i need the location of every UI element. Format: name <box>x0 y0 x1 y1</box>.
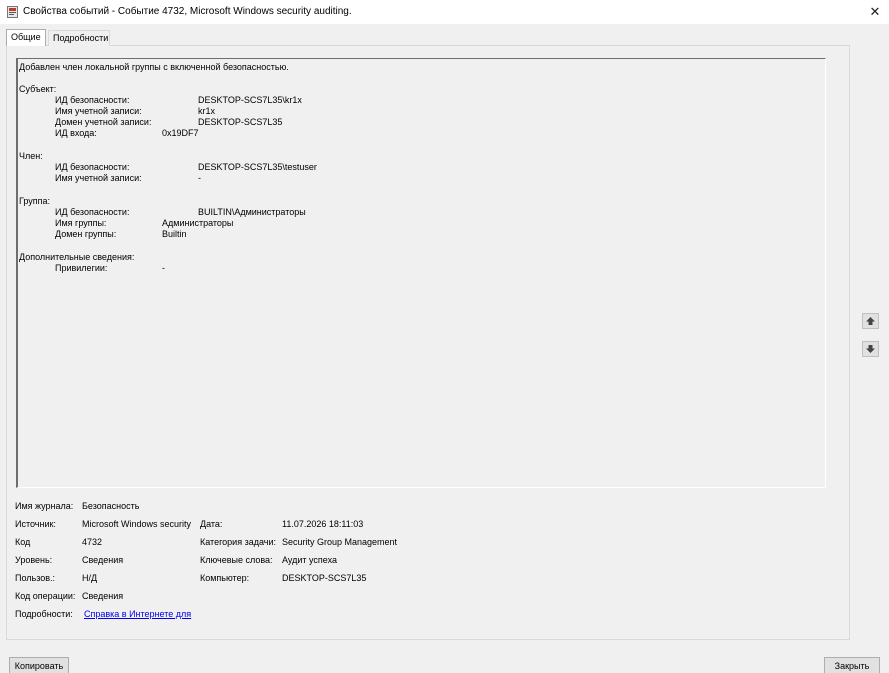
privileges-label: Привилегии: <box>55 263 108 273</box>
event-code-value: 4732 <box>82 537 103 547</box>
member-sid-value: DESKTOP-SCS7L35\testuser <box>198 162 317 172</box>
more-info-label: Подробности: <box>15 609 73 619</box>
event-code-label: Код <box>15 537 31 547</box>
task-category-value: Security Group Management <box>282 537 398 547</box>
close-button[interactable]: Закрыть <box>824 657 880 673</box>
keywords-label: Ключевые слова: <box>200 555 273 565</box>
group-sid-value: BUILTIN\Администраторы <box>198 207 306 217</box>
group-domain-label: Домен группы: <box>55 229 117 239</box>
close-icon: ✕ <box>869 4 881 19</box>
member-account-value: - <box>198 173 201 183</box>
up-arrow-icon <box>866 317 875 325</box>
group-domain-value: Builtin <box>162 229 187 239</box>
user-label: Пользов.: <box>15 573 56 583</box>
section-member: Член: <box>19 151 43 161</box>
subject-account-label: Имя учетной записи: <box>55 106 142 116</box>
opcode-value: Сведения <box>82 591 124 601</box>
tab-details[interactable]: Подробности <box>48 30 110 46</box>
source-label: Источник: <box>15 519 56 529</box>
subject-logon-label: ИД входа: <box>55 128 97 138</box>
privileges-value: - <box>162 263 165 273</box>
subject-account-value: kr1x <box>198 106 216 116</box>
task-category-label: Категория задачи: <box>200 537 276 547</box>
subject-domain-label: Домен учетной записи: <box>55 117 152 127</box>
section-subject: Субъект: <box>19 84 57 94</box>
close-window-button[interactable]: ✕ <box>861 0 889 24</box>
member-account-label: Имя учетной записи: <box>55 173 142 183</box>
log-name-label: Имя журнала: <box>15 501 74 511</box>
subject-sid-value: DESKTOP-SCS7L35\kr1x <box>198 95 302 105</box>
scroll-up-button[interactable] <box>862 313 879 329</box>
subject-sid-label: ИД безопасности: <box>55 95 130 105</box>
group-name-value: Администраторы <box>162 218 234 228</box>
event-properties-icon <box>7 6 18 18</box>
level-label: Уровень: <box>15 555 53 565</box>
subject-logon-value: 0x19DF7 <box>162 128 199 138</box>
description-summary: Добавлен член локальной группы с включен… <box>19 62 289 72</box>
section-additional: Дополнительные сведения: <box>19 252 135 262</box>
level-value: Сведения <box>82 555 124 565</box>
tab-general[interactable]: Общие <box>6 29 46 46</box>
window-title: Свойства событий - Событие 4732, Microso… <box>23 6 352 17</box>
date-label: Дата: <box>200 519 223 529</box>
log-name-value: Безопасность <box>82 501 140 511</box>
source-value: Microsoft Windows security <box>82 519 192 529</box>
computer-label: Компьютер: <box>200 573 250 583</box>
copy-button[interactable]: Копировать <box>9 657 69 673</box>
scroll-down-button[interactable] <box>862 341 879 357</box>
date-value: 11.07.2026 18:11:03 <box>282 519 364 529</box>
online-help-link[interactable]: Справка в Интернете для <box>84 609 191 619</box>
group-name-label: Имя группы: <box>55 218 107 228</box>
member-sid-label: ИД безопасности: <box>55 162 130 172</box>
computer-value: DESKTOP-SCS7L35 <box>282 573 367 583</box>
title-bar: Свойства событий - Событие 4732, Microso… <box>0 0 889 24</box>
user-value: Н/Д <box>82 573 98 583</box>
subject-domain-value: DESKTOP-SCS7L35 <box>198 117 283 127</box>
group-sid-label: ИД безопасности: <box>55 207 130 217</box>
opcode-label: Код операции: <box>15 591 76 601</box>
down-arrow-icon <box>866 345 875 353</box>
keywords-value: Аудит успеха <box>282 555 337 565</box>
section-group: Группа: <box>19 196 51 206</box>
